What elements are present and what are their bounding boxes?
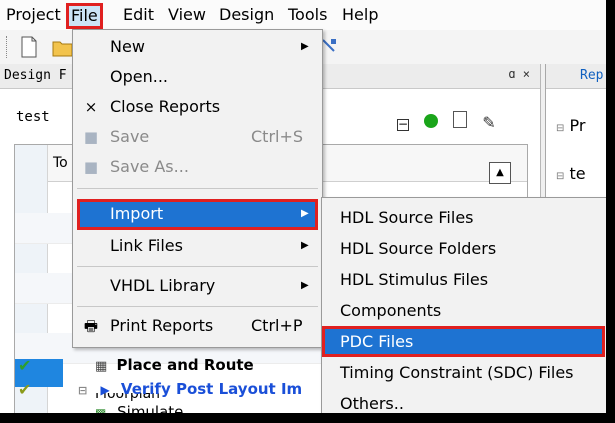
submenu-item-components[interactable]: Components — [322, 295, 606, 326]
close-icon: × — [84, 98, 98, 116]
tree-item-label: Verify Post Layout Im — [120, 380, 303, 398]
collapse-icon[interactable]: − — [397, 118, 409, 131]
menu-item-label: Timing Constraint (SDC) Files — [340, 363, 574, 382]
menu-item-save-as[interactable]: ■ Save As... — [73, 152, 322, 182]
submenu-arrow-icon: ▶ — [301, 208, 309, 219]
submenu-item-pdc-files[interactable]: PDC Files — [322, 326, 605, 357]
menu-item-label: New — [110, 37, 145, 56]
menu-item-label: Others.. — [340, 394, 404, 413]
menu-item-save[interactable]: ■ Save Ctrl+S — [73, 122, 322, 152]
warning-check-icon: ✔ — [18, 380, 32, 399]
menu-project[interactable]: Project — [6, 4, 61, 26]
submenu-arrow-icon: ▶ — [301, 240, 309, 251]
tree-item-label: te — [569, 164, 586, 183]
menu-item-label: Components — [340, 301, 442, 320]
menu-item-label: HDL Source Files — [340, 208, 474, 227]
menu-tools[interactable]: Tools — [288, 4, 327, 26]
menu-design[interactable]: Design — [219, 4, 274, 26]
menu-item-new[interactable]: New ▶ — [73, 32, 322, 62]
menu-item-vhdl-library[interactable]: VHDL Library ▶ — [73, 271, 322, 301]
project-name: test — [16, 109, 50, 125]
submenu-item-others[interactable]: Others.. — [322, 388, 606, 413]
import-submenu: HDL Source Files HDL Source Folders HDL … — [321, 197, 606, 413]
tree-item-test[interactable]: ⊟ te — [556, 164, 586, 183]
menu-help[interactable]: Help — [342, 4, 378, 26]
menu-item-label: Close Reports — [110, 97, 221, 116]
simulate-icon: ▩ — [95, 406, 107, 413]
menu-item-shortcut: Ctrl+P — [251, 316, 303, 335]
file-menu: New ▶ Open... × Close Reports ■ Save Ctr… — [72, 29, 323, 348]
submenu-item-timing-constraint-files[interactable]: Timing Constraint (SDC) Files — [322, 357, 606, 388]
save-as-icon: ■ — [83, 158, 99, 176]
reports-panel-title[interactable]: Rep — [546, 64, 606, 89]
menu-item-label: HDL Stimulus Files — [340, 270, 489, 289]
tree-item-label: Simulate — [117, 403, 184, 413]
arrow-right-icon: ▶ — [100, 383, 110, 397]
submenu-item-hdl-source-files[interactable]: HDL Source Files — [322, 202, 606, 233]
open-folder-icon[interactable] — [52, 36, 74, 58]
process-icon: ▦ — [95, 359, 108, 374]
status-check-icon: ✔ — [18, 356, 32, 375]
menu-item-label: VHDL Library — [110, 276, 216, 295]
menu-file[interactable]: File — [66, 3, 103, 29]
report-icon[interactable] — [453, 111, 468, 128]
submenu-item-hdl-source-folders[interactable]: HDL Source Folders — [322, 233, 606, 264]
menu-bar: Project File Edit View Design Tools Help — [0, 0, 606, 30]
expand-icon[interactable]: ⊟ — [78, 384, 87, 397]
menu-item-open[interactable]: Open... — [73, 62, 322, 92]
expand-icon[interactable]: ⊟ — [556, 171, 564, 182]
menu-item-label: Print Reports — [110, 316, 214, 335]
column-header[interactable]: To — [53, 155, 68, 171]
menu-item-label: Import — [110, 204, 164, 223]
menu-separator — [77, 188, 318, 189]
tree-item-verify-post-layout[interactable]: ⊟ ▶ Verify Post Layout Im — [78, 378, 316, 400]
menu-item-label: HDL Source Folders — [340, 239, 497, 258]
tree-item-project[interactable]: ⊟ Pr — [556, 116, 585, 135]
panel-controls[interactable]: ɑ × — [508, 67, 530, 81]
tree-item-label: Place and Route — [116, 356, 254, 374]
save-icon: ■ — [83, 128, 99, 146]
menu-item-label: Link Files — [110, 236, 183, 255]
menu-item-label: Save As... — [110, 157, 189, 176]
run-icon[interactable] — [424, 114, 439, 128]
settings-icon[interactable]: ✎ — [482, 113, 495, 132]
menu-edit[interactable]: Edit — [123, 4, 154, 26]
menu-item-link-files[interactable]: Link Files ▶ — [73, 231, 322, 261]
submenu-arrow-icon: ▶ — [301, 280, 309, 291]
menu-item-label: Save — [110, 127, 150, 146]
tree-item-label: Pr — [569, 116, 586, 135]
menu-item-label: PDC Files — [340, 332, 414, 351]
menu-item-print-reports[interactable]: 🖶 Print Reports Ctrl+P — [73, 311, 322, 341]
menu-item-close-reports[interactable]: × Close Reports — [73, 92, 322, 122]
menu-view[interactable]: View — [168, 4, 206, 26]
scroll-up-button[interactable]: ▲ — [489, 162, 511, 184]
menu-item-import[interactable]: Import ▶ — [77, 199, 318, 230]
new-file-icon[interactable] — [20, 36, 38, 58]
app-window: Project File Edit View Design Tools Help… — [0, 0, 606, 413]
menu-separator — [77, 266, 318, 267]
panel-actions: − ✎ — [397, 111, 506, 132]
menu-item-label: Open... — [110, 67, 168, 86]
menu-item-shortcut: Ctrl+S — [251, 127, 304, 146]
submenu-item-hdl-stimulus-files[interactable]: HDL Stimulus Files — [322, 264, 606, 295]
submenu-arrow-icon: ▶ — [301, 41, 309, 52]
expand-icon[interactable]: ⊟ — [556, 123, 564, 134]
printer-icon: 🖶 — [83, 317, 99, 335]
tree-item-place-and-route[interactable]: ▦ Place and Route — [95, 354, 254, 376]
panel-title: Design F — [4, 68, 67, 83]
tree-item-simulate[interactable]: ▩ Simulate — [95, 402, 183, 413]
toolbar-grip — [6, 36, 10, 58]
menu-separator — [77, 306, 318, 307]
